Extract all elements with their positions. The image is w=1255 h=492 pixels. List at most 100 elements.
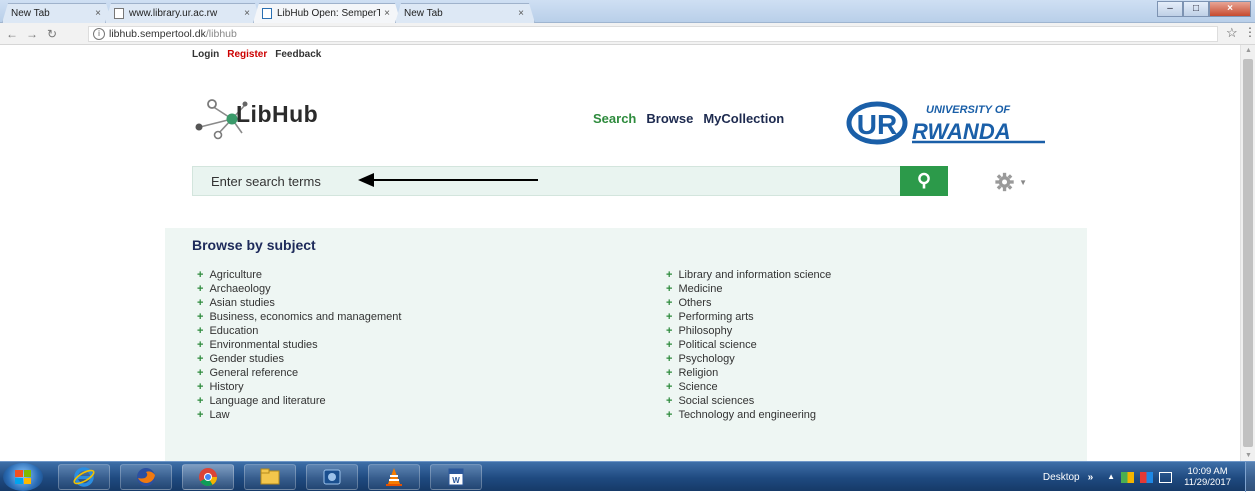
tab-close-icon[interactable]: ×: [95, 8, 101, 19]
expand-plus-icon[interactable]: +: [666, 366, 672, 380]
taskbar-file-explorer[interactable]: [244, 464, 296, 490]
subject-label[interactable]: Gender studies: [209, 352, 284, 366]
subject-item[interactable]: + Education: [197, 324, 401, 338]
subject-item[interactable]: + Library and information science: [666, 268, 831, 282]
taskbar-vlc[interactable]: [368, 464, 420, 490]
subject-label[interactable]: Technology and engineering: [678, 408, 816, 422]
expand-plus-icon[interactable]: +: [197, 408, 203, 422]
tab-new-tab-2[interactable]: New Tab ×: [395, 3, 535, 23]
expand-plus-icon[interactable]: +: [197, 282, 203, 296]
feedback-link[interactable]: Feedback: [275, 49, 321, 60]
taskbar-media-player[interactable]: [306, 464, 358, 490]
expand-plus-icon[interactable]: +: [197, 394, 203, 408]
expand-plus-icon[interactable]: +: [666, 268, 672, 282]
expand-plus-icon[interactable]: +: [197, 296, 203, 310]
tab-close-icon[interactable]: ×: [518, 8, 524, 19]
nav-search-link[interactable]: Search: [593, 111, 636, 126]
subject-item[interactable]: + General reference: [197, 366, 401, 380]
forward-arrow-icon[interactable]: →: [24, 27, 40, 41]
subject-item[interactable]: + Technology and engineering: [666, 408, 831, 422]
tab-library-ur[interactable]: www.library.ur.ac.rw ×: [105, 3, 261, 23]
subject-label[interactable]: General reference: [209, 366, 298, 380]
nav-mycollection-link[interactable]: MyCollection: [703, 111, 784, 126]
browser-menu-icon[interactable]: ⋮: [1244, 25, 1255, 39]
subject-label[interactable]: Philosophy: [678, 324, 732, 338]
desktop-toolbar-label[interactable]: Desktop: [1043, 472, 1080, 483]
nav-browse-link[interactable]: Browse: [646, 111, 693, 126]
expand-plus-icon[interactable]: +: [197, 324, 203, 338]
register-link[interactable]: Register: [227, 49, 267, 60]
clock[interactable]: 10:09 AM 11/29/2017: [1184, 466, 1231, 488]
tab-close-icon[interactable]: ×: [384, 8, 390, 19]
language-icon[interactable]: [1140, 471, 1154, 483]
info-icon[interactable]: i: [93, 28, 105, 40]
expand-plus-icon[interactable]: +: [666, 352, 672, 366]
subject-label[interactable]: Social sciences: [678, 394, 754, 408]
subject-label[interactable]: History: [209, 380, 243, 394]
subject-label[interactable]: Business, economics and management: [209, 310, 401, 324]
address-bar[interactable]: i libhub.sempertool.dk/libhub: [88, 26, 1218, 42]
maximize-button[interactable]: □: [1183, 1, 1209, 17]
taskbar-internet-explorer[interactable]: [58, 464, 110, 490]
start-button[interactable]: [3, 463, 43, 491]
subject-item[interactable]: + Gender studies: [197, 352, 401, 366]
back-arrow-icon[interactable]: ←: [4, 27, 20, 41]
tab-libhub[interactable]: LibHub Open: SemperTo ×: [253, 3, 401, 23]
subject-item[interactable]: + Law: [197, 408, 401, 422]
tab-close-icon[interactable]: ×: [244, 8, 250, 19]
expand-plus-icon[interactable]: +: [666, 380, 672, 394]
network-icon[interactable]: [1159, 471, 1173, 483]
taskbar-firefox[interactable]: [120, 464, 172, 490]
subject-item[interactable]: + Business, economics and management: [197, 310, 401, 324]
show-hidden-icons-icon[interactable]: ▲: [1107, 472, 1115, 483]
expand-plus-icon[interactable]: +: [666, 296, 672, 310]
expand-plus-icon[interactable]: +: [197, 338, 203, 352]
subject-label[interactable]: Performing arts: [678, 310, 753, 324]
scrollbar-thumb[interactable]: [1243, 59, 1253, 447]
libhub-logo-text[interactable]: LibHub: [236, 101, 318, 128]
subject-item[interactable]: + Asian studies: [197, 296, 401, 310]
subject-item[interactable]: + Archaeology: [197, 282, 401, 296]
expand-plus-icon[interactable]: +: [197, 310, 203, 324]
subject-item[interactable]: + History: [197, 380, 401, 394]
taskbar-word[interactable]: W: [430, 464, 482, 490]
subject-label[interactable]: Medicine: [678, 282, 722, 296]
taskbar-chrome[interactable]: [182, 464, 234, 490]
scroll-down-icon[interactable]: ▼: [1245, 452, 1252, 459]
expand-plus-icon[interactable]: +: [197, 352, 203, 366]
expand-plus-icon[interactable]: +: [666, 324, 672, 338]
search-input[interactable]: [193, 167, 900, 195]
search-button[interactable]: [900, 166, 948, 196]
subject-item[interactable]: + Others: [666, 296, 831, 310]
expand-plus-icon[interactable]: +: [666, 310, 672, 324]
reload-icon[interactable]: ↻: [44, 27, 60, 41]
show-desktop-button[interactable]: [1245, 462, 1255, 492]
scroll-up-icon[interactable]: ▲: [1245, 47, 1252, 54]
subject-label[interactable]: Psychology: [678, 352, 734, 366]
subject-item[interactable]: + Language and literature: [197, 394, 401, 408]
expand-plus-icon[interactable]: +: [197, 380, 203, 394]
subject-label[interactable]: Science: [678, 380, 717, 394]
subject-item[interactable]: + Social sciences: [666, 394, 831, 408]
action-center-flag-icon[interactable]: [1121, 471, 1135, 483]
subject-label[interactable]: Archaeology: [209, 282, 270, 296]
subject-label[interactable]: Environmental studies: [209, 338, 317, 352]
subject-label[interactable]: Education: [209, 324, 258, 338]
subject-item[interactable]: + Medicine: [666, 282, 831, 296]
expand-plus-icon[interactable]: +: [666, 408, 672, 422]
subject-item[interactable]: + Religion: [666, 366, 831, 380]
subject-label[interactable]: Asian studies: [209, 296, 274, 310]
login-link[interactable]: Login: [192, 49, 219, 60]
subject-label[interactable]: Library and information science: [678, 268, 831, 282]
subject-label[interactable]: Law: [209, 408, 229, 422]
subject-item[interactable]: + Environmental studies: [197, 338, 401, 352]
close-window-button[interactable]: ×: [1209, 1, 1251, 17]
subject-item[interactable]: + Performing arts: [666, 310, 831, 324]
subject-item[interactable]: + Agriculture: [197, 268, 401, 282]
expand-plus-icon[interactable]: +: [666, 282, 672, 296]
subject-item[interactable]: + Psychology: [666, 352, 831, 366]
subject-item[interactable]: + Science: [666, 380, 831, 394]
tab-new-tab-1[interactable]: New Tab ×: [2, 3, 112, 23]
bookmark-star-icon[interactable]: ☆: [1226, 25, 1238, 41]
minimize-button[interactable]: –: [1157, 1, 1183, 17]
